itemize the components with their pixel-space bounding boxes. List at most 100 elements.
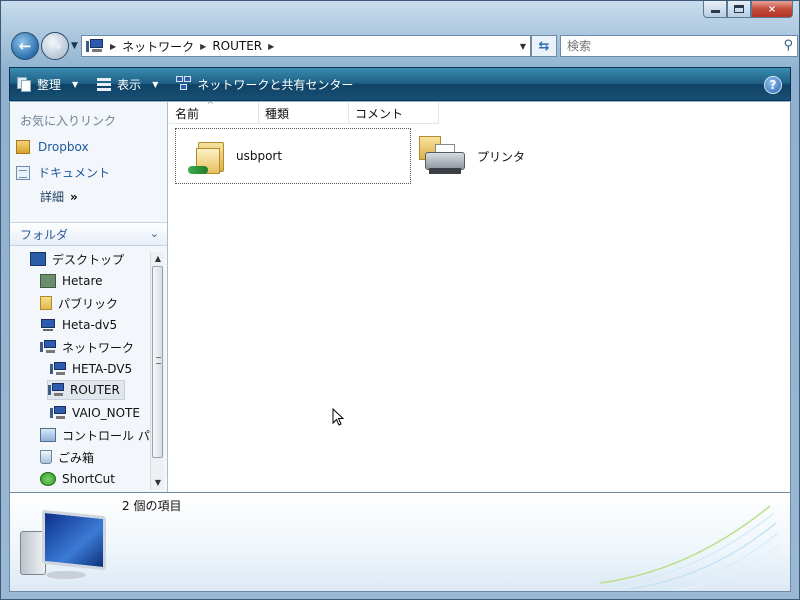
file-item-usbport[interactable]: usbport [175, 128, 411, 184]
tree-item-label: HETA-DV5 [72, 362, 133, 376]
recent-pages-dropdown[interactable]: ▼ [71, 41, 78, 51]
close-button[interactable]: × [751, 1, 793, 18]
tree-item-hetare[interactable]: Hetare [40, 271, 103, 291]
double-chevron-right-icon: » [70, 189, 78, 204]
user-folder-icon [40, 274, 56, 288]
navigation-pane: お気に入りリンク Dropbox ドキュメント 詳細 » フォルダ ⌄ デスクト… [10, 102, 168, 492]
main-pane: お気に入りリンク Dropbox ドキュメント 詳細 » フォルダ ⌄ デスクト… [9, 100, 791, 492]
organize-button[interactable]: 整理 ▼ [16, 76, 78, 93]
computer-icon [16, 509, 116, 589]
tree-item-label: ShortCut [62, 472, 115, 486]
file-item-printers[interactable]: プリンタ [419, 130, 525, 182]
scroll-thumb[interactable] [152, 266, 163, 458]
documents-icon [16, 165, 30, 180]
tree-item-recycle-bin[interactable]: ごみ箱 [40, 447, 94, 467]
navigation-bar: ← → ▼ ▶ ネットワーク ▶ ROUTER ▶ ▼ ⇆ ⚲ [9, 31, 798, 61]
tree-item-network[interactable]: ネットワーク [40, 337, 134, 357]
tree-item-label: ROUTER [70, 383, 120, 397]
tree-item-label: ごみ箱 [58, 450, 95, 465]
command-bar: 整理 ▼ 表示 ▼ ネットワークと共有センター ? [9, 67, 791, 101]
chevron-down-icon: ⌄ [149, 227, 159, 240]
tree-item-control-panel[interactable]: コントロール パ [40, 425, 150, 445]
decorative-swoosh-icon [599, 505, 780, 591]
favorite-links-more[interactable]: 詳細 » [40, 188, 78, 205]
folder-icon [40, 296, 52, 310]
search-icon[interactable]: ⚲ [783, 38, 793, 53]
column-header-label: 名前 [175, 106, 200, 121]
network-icon [86, 39, 104, 53]
explorer-window: × ← → ▼ ▶ ネットワーク ▶ ROUTER ▶ ▼ ⇆ ⚲ 整理 ▼ 表 [0, 0, 800, 600]
column-header-comment[interactable]: コメント [349, 102, 439, 124]
tree-item-heta-dv5[interactable]: Heta-dv5 [40, 315, 117, 335]
desktop-icon [30, 252, 46, 266]
network-computer-icon [50, 406, 66, 420]
tree-item-label: ネットワーク [62, 340, 135, 355]
search-box[interactable]: ⚲ [560, 35, 798, 57]
details-pane: 2 個の項目 [9, 492, 791, 592]
favorite-links-title: お気に入りリンク [20, 114, 117, 128]
scroll-up-icon[interactable]: ▲ [151, 252, 165, 266]
column-header-name[interactable]: 名前 ^ [169, 100, 259, 124]
shared-folder-icon [188, 138, 226, 174]
maximize-button[interactable] [727, 1, 751, 18]
favorite-link-dropbox[interactable]: Dropbox [16, 140, 89, 154]
refresh-button[interactable]: ⇆ [531, 35, 557, 57]
minimize-button[interactable] [703, 1, 727, 18]
network-center-button[interactable]: ネットワークと共有センター [176, 76, 353, 93]
chevron-down-icon: ▼ [72, 79, 79, 89]
organize-label: 整理 [37, 77, 62, 92]
dropbox-icon [16, 140, 30, 154]
tree-item-vaio-note[interactable]: VAIO_NOTE [50, 403, 140, 423]
computer-icon [40, 318, 56, 332]
tree-item-label: Heta-dv5 [62, 318, 118, 332]
tree-item-public[interactable]: パブリック [40, 293, 118, 313]
address-dropdown-icon[interactable]: ▼ [520, 42, 526, 51]
folder-tree-scrollbar[interactable]: ▲ ▼ [150, 252, 164, 490]
forward-arrow-icon: → [48, 37, 62, 55]
address-bar[interactable]: ▶ ネットワーク ▶ ROUTER ▶ ▼ [81, 35, 531, 57]
breadcrumb-separator-icon[interactable]: ▶ [110, 42, 116, 51]
tree-item-router[interactable]: ROUTER [47, 380, 125, 400]
back-arrow-icon: ← [18, 37, 32, 55]
folders-header[interactable]: フォルダ ⌄ [10, 222, 167, 246]
organize-icon [16, 76, 32, 92]
caption-buttons: × [703, 1, 793, 18]
network-center-icon [176, 76, 192, 92]
network-center-label: ネットワークと共有センター [197, 77, 354, 92]
file-item-label: usbport [236, 149, 283, 163]
scroll-down-icon[interactable]: ▼ [151, 476, 165, 490]
network-computer-icon [48, 383, 64, 397]
views-icon [96, 76, 112, 92]
forward-button[interactable]: → [41, 32, 69, 60]
tree-item-label: VAIO_NOTE [72, 406, 140, 420]
tree-item-shortcut[interactable]: ShortCut [40, 469, 115, 489]
folders-header-label: フォルダ [20, 227, 69, 242]
favorite-link-documents[interactable]: ドキュメント [16, 164, 110, 181]
breadcrumb-network[interactable]: ネットワーク [122, 38, 194, 55]
chevron-down-icon: ▼ [152, 79, 159, 89]
breadcrumb-router[interactable]: ROUTER [212, 39, 262, 53]
help-button[interactable]: ? [764, 76, 782, 94]
views-button[interactable]: 表示 ▼ [96, 76, 158, 93]
network-icon [40, 340, 56, 354]
back-button[interactable]: ← [11, 32, 39, 60]
column-header-label: コメント [355, 106, 404, 121]
column-header-type[interactable]: 種類 [259, 102, 349, 124]
folder-tree: デスクトップ Hetare パブリック Heta-dv5 ネットワーク HETA… [10, 247, 150, 492]
tree-item-heta-dv5-network[interactable]: HETA-DV5 [50, 359, 132, 379]
network-computer-icon [50, 362, 66, 376]
printer-folder-icon [419, 136, 467, 176]
column-headers: 名前 ^ 種類 コメント [169, 100, 439, 124]
breadcrumb-separator-icon[interactable]: ▶ [200, 42, 206, 51]
control-panel-icon [40, 428, 56, 442]
favorite-link-label: ドキュメント [38, 166, 111, 180]
recycle-bin-icon [40, 450, 52, 464]
maximize-icon [734, 5, 744, 13]
tree-item-label: パブリック [58, 296, 119, 311]
breadcrumb-separator-icon[interactable]: ▶ [268, 42, 274, 51]
search-input[interactable] [567, 39, 767, 53]
tree-item-label: デスクトップ [52, 252, 125, 267]
file-item-label: プリンタ [477, 149, 526, 164]
minimize-icon [710, 10, 720, 13]
tree-item-desktop[interactable]: デスクトップ [30, 249, 124, 269]
